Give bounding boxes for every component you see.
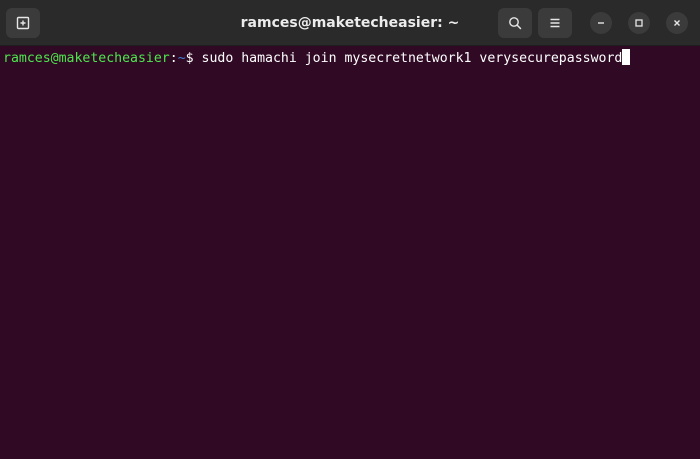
minimize-button[interactable] bbox=[590, 12, 612, 34]
new-tab-icon bbox=[16, 16, 30, 30]
prompt-user: ramces@maketecheasier bbox=[3, 51, 170, 66]
close-button[interactable] bbox=[666, 12, 688, 34]
close-icon bbox=[674, 20, 680, 26]
prompt-symbol: $ bbox=[185, 51, 202, 66]
maximize-icon bbox=[635, 19, 643, 27]
terminal-window: ramces@maketecheasier: ~ ramces@maketech… bbox=[0, 0, 700, 459]
hamburger-menu-icon bbox=[550, 18, 560, 28]
prompt-colon: : bbox=[169, 51, 178, 66]
search-button[interactable] bbox=[498, 8, 532, 38]
minimize-icon bbox=[598, 22, 604, 24]
search-icon bbox=[509, 17, 522, 30]
terminal-output[interactable]: ramces@maketecheasier:~$ sudo hamachi jo… bbox=[0, 46, 700, 459]
text-cursor bbox=[622, 49, 631, 65]
new-tab-button[interactable] bbox=[6, 8, 40, 38]
title-bar[interactable]: ramces@maketecheasier: ~ bbox=[0, 0, 700, 46]
command-text: sudo hamachi join mysecretnetwork1 verys… bbox=[201, 51, 623, 66]
maximize-button[interactable] bbox=[628, 12, 650, 34]
menu-button[interactable] bbox=[538, 8, 572, 38]
prompt-path: ~ bbox=[177, 51, 186, 66]
